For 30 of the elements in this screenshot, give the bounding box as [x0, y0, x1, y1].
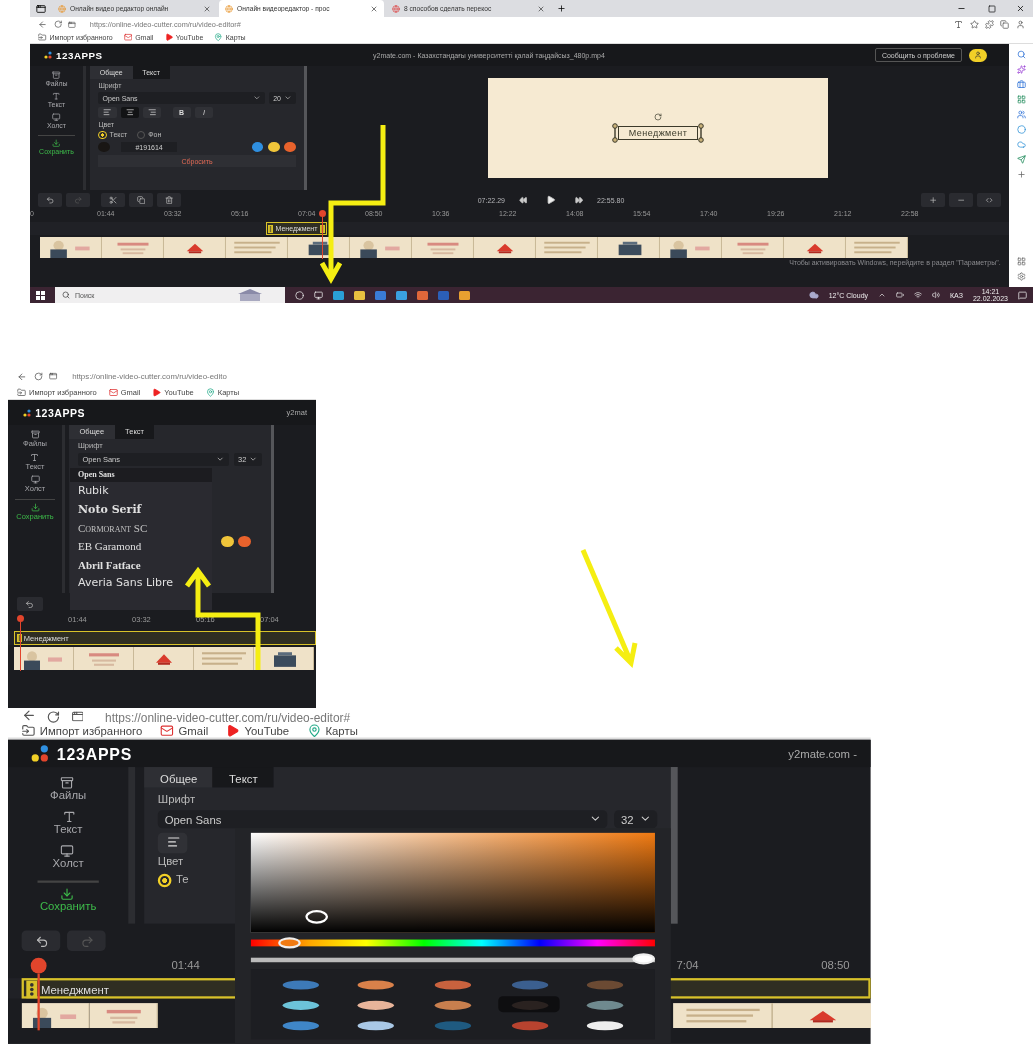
- logo: 123APPS: [35, 406, 86, 419]
- font-option[interactable]: Cormorant SC: [70, 519, 212, 538]
- panel-tab[interactable]: Общее: [144, 767, 214, 788]
- sidebar-item[interactable]: Текст: [51, 807, 85, 838]
- ruler-label: 01:44: [171, 957, 200, 972]
- bookmark-item[interactable]: Gmail: [160, 723, 209, 738]
- field-label: Цвет: [157, 856, 185, 869]
- bookmark-item[interactable]: Импорт избранного: [21, 723, 143, 738]
- bookmark-item[interactable]: YouTube: [226, 723, 290, 738]
- size-select[interactable]: 32: [614, 809, 658, 829]
- logo: 123APPS: [56, 49, 103, 61]
- ruler-label: 7:04: [676, 957, 699, 972]
- caption-box[interactable]: Менеджмент: [617, 126, 699, 140]
- sidebar-item[interactable]: Файлы: [47, 773, 89, 804]
- font-option[interactable]: Abril Fatface: [70, 555, 212, 574]
- font-select[interactable]: Open Sans: [157, 809, 608, 829]
- ruler-label: 08:50: [821, 957, 850, 972]
- sidebar-item[interactable]: Холст: [50, 841, 86, 872]
- radio-label: Те: [176, 873, 189, 886]
- font-option[interactable]: Rubik: [70, 482, 212, 501]
- font-option[interactable]: Averia Sans Libre: [70, 573, 212, 593]
- address-field[interactable]: https://online-video-cutter.com/ru/video-editor#: [105, 709, 351, 723]
- bookmark-item[interactable]: Карты: [307, 723, 358, 738]
- panel-tab[interactable]: Текст: [213, 767, 274, 788]
- field-label: Шрифт: [157, 793, 197, 806]
- file-title: y2mate.com -: [787, 746, 857, 761]
- font-option[interactable]: EB Garamond: [70, 537, 212, 556]
- font-option[interactable]: Noto Serif: [70, 500, 212, 519]
- font-option[interactable]: Open Sans: [70, 468, 212, 483]
- logo: 123APPS: [56, 745, 133, 762]
